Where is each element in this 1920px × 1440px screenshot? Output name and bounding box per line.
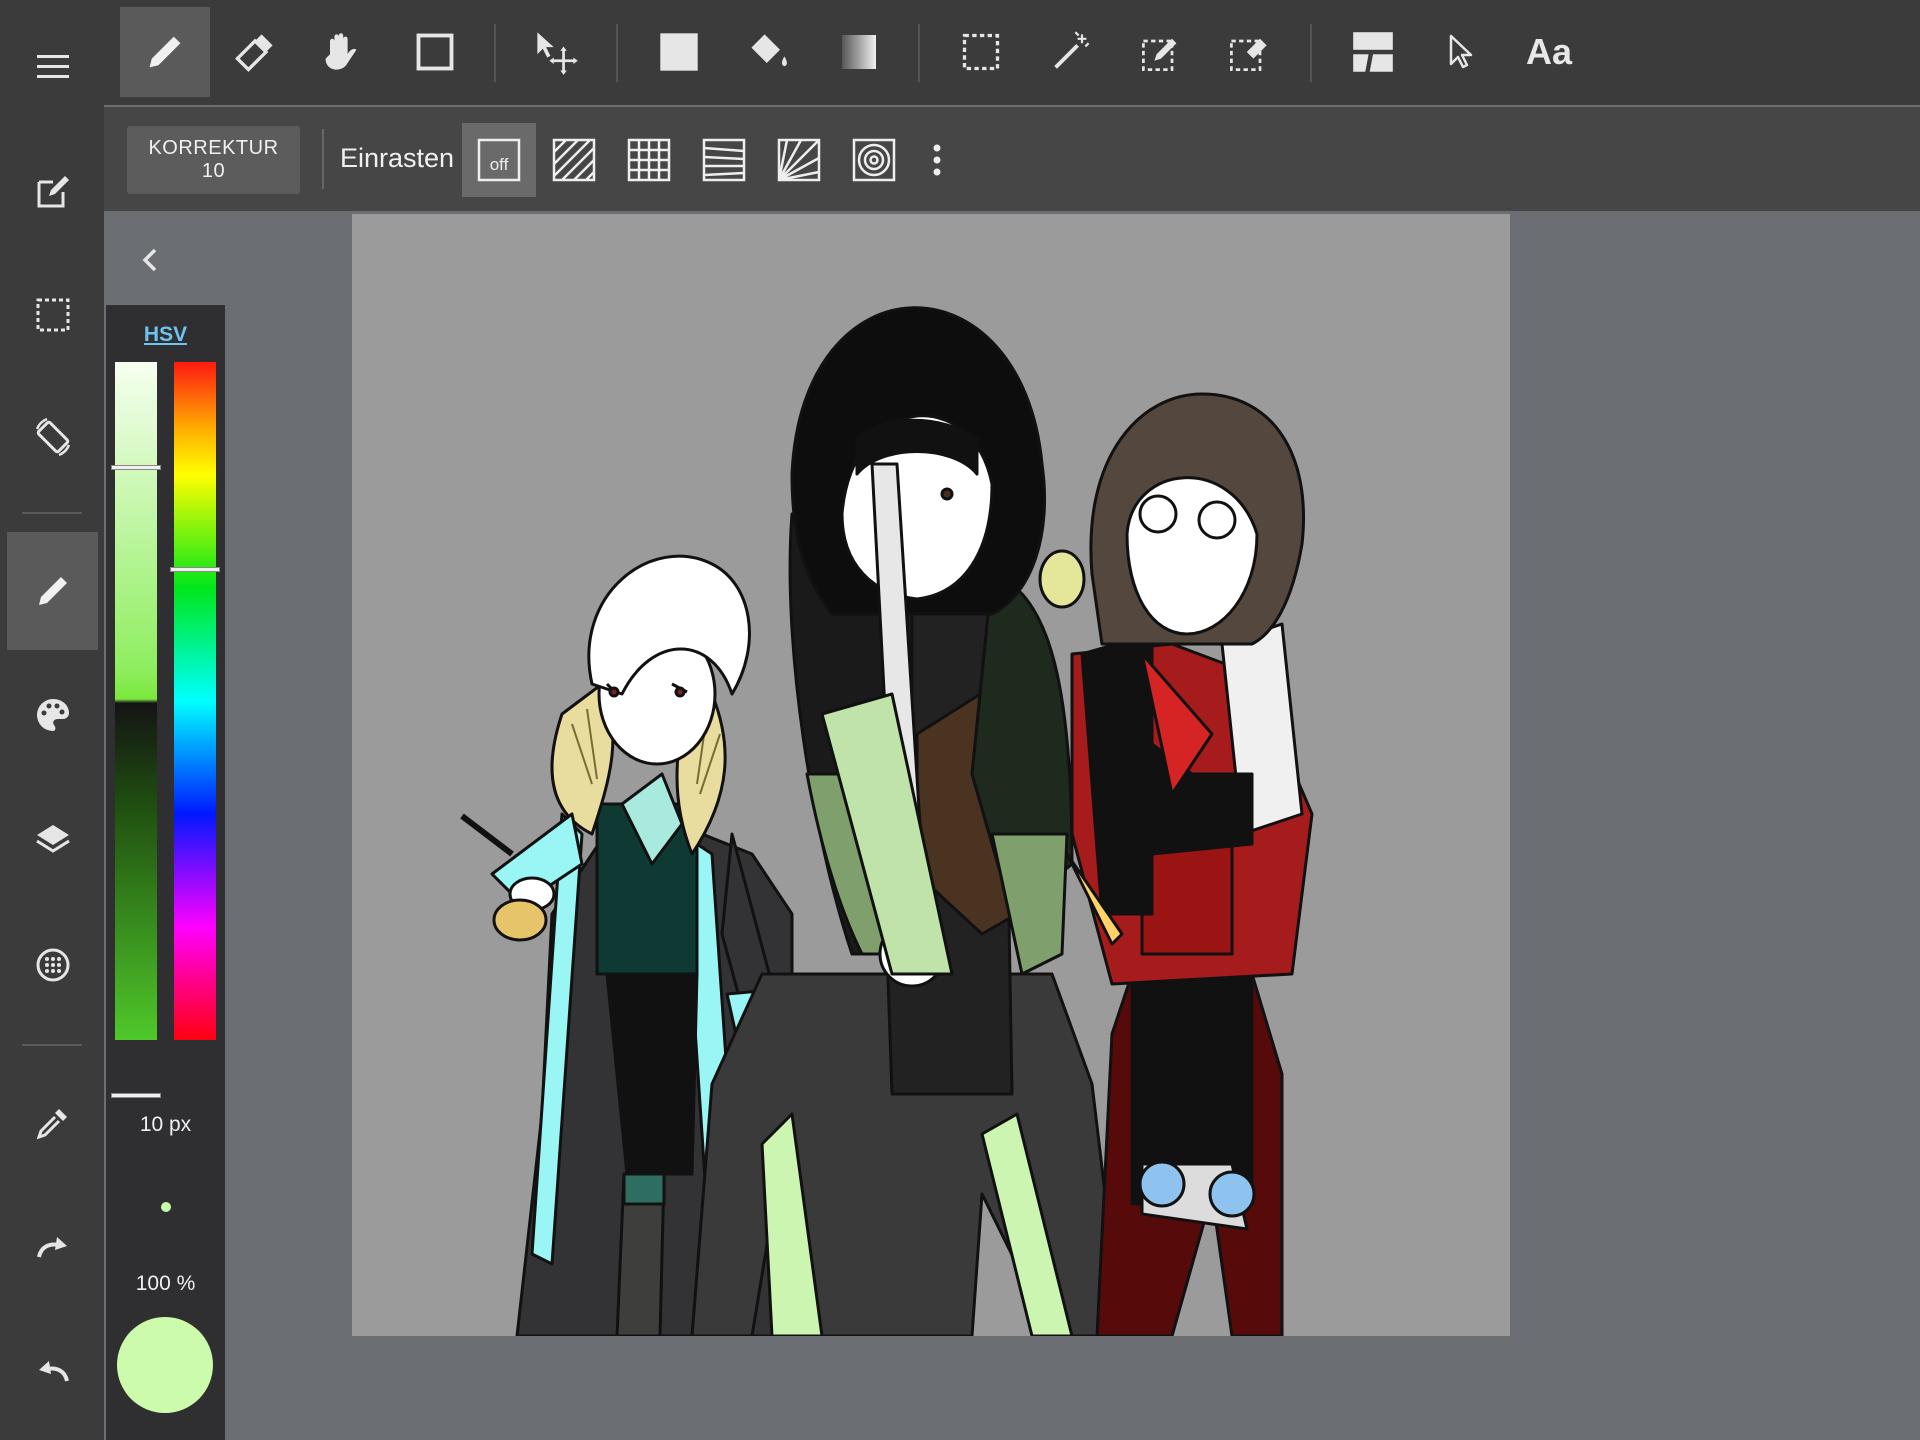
material-icon — [36, 948, 69, 982]
pen-tool[interactable] — [120, 7, 210, 97]
layers-button[interactable] — [7, 780, 98, 898]
rotate-button[interactable] — [7, 378, 98, 496]
bucket-icon — [751, 34, 787, 67]
more-options-button[interactable] — [912, 123, 962, 197]
hue-slider[interactable] — [174, 362, 216, 1040]
pointer-icon — [1449, 34, 1473, 69]
hand-icon — [325, 33, 357, 70]
eyedropper-icon — [36, 1109, 67, 1140]
snap-circle-button[interactable] — [837, 123, 911, 197]
collapse-panel-button[interactable] — [125, 235, 175, 285]
redo-button[interactable] — [7, 1188, 98, 1306]
edit-canvas-button[interactable] — [7, 133, 98, 251]
select-eraser-icon — [1230, 38, 1267, 71]
snap-perspective-icon — [702, 138, 746, 182]
select-eraser-tool[interactable] — [1204, 7, 1294, 97]
palette-icon — [36, 699, 69, 731]
material-button[interactable] — [7, 906, 98, 1024]
brush-size-preview — [161, 1202, 171, 1212]
correction-button[interactable]: KORREKTUR 10 — [127, 126, 300, 194]
bucket-tool[interactable] — [724, 7, 814, 97]
snap-label: Einrasten — [340, 143, 455, 173]
correction-value: 10 — [201, 160, 226, 182]
rectangle-tool[interactable] — [390, 7, 480, 97]
pen-icon — [149, 36, 181, 68]
menu-icon — [36, 55, 69, 78]
edit-canvas-icon — [37, 176, 69, 208]
gradient-icon — [842, 35, 876, 69]
move-tool[interactable] — [512, 7, 602, 97]
select-rect-tool[interactable] — [936, 7, 1026, 97]
current-color-swatch[interactable] — [117, 1317, 213, 1413]
snap-radial-icon — [777, 138, 821, 182]
select-rect-icon — [962, 33, 1000, 71]
gradient-tool[interactable] — [814, 7, 904, 97]
hand-tool[interactable] — [296, 7, 386, 97]
text-tool[interactable]: Aa — [1504, 7, 1594, 97]
menu-button[interactable] — [7, 8, 98, 126]
saturation-value-slider[interactable] — [115, 362, 157, 1040]
move-icon — [537, 32, 578, 75]
left-sidebar — [0, 0, 104, 1440]
eraser-tool[interactable] — [210, 7, 300, 97]
color-panel: HSV 10 px 100 % — [106, 305, 225, 1440]
correction-label: KORREKTUR — [148, 137, 279, 159]
chevron-left-icon — [142, 248, 157, 272]
fill-rect-tool[interactable] — [634, 7, 724, 97]
value-handle[interactable] — [111, 1093, 161, 1098]
drawing-canvas[interactable] — [352, 214, 1510, 1336]
selection-button[interactable] — [7, 256, 98, 374]
pen-button[interactable] — [7, 532, 98, 650]
layers-icon — [35, 825, 70, 853]
rotate-icon — [35, 417, 70, 457]
saturation-handle[interactable] — [111, 465, 161, 470]
pointer-tool[interactable] — [1416, 7, 1506, 97]
color-mode-toggle[interactable]: HSV — [106, 323, 225, 347]
select-pen-icon — [1142, 38, 1177, 71]
frame-divider-icon — [1353, 32, 1393, 72]
snap-off-label: off — [490, 155, 509, 174]
magic-wand-tool[interactable] — [1026, 7, 1116, 97]
redo-icon — [36, 1237, 67, 1258]
snap-perspective-button[interactable] — [687, 123, 761, 197]
snap-circle-icon — [852, 138, 896, 182]
snap-off-icon: off — [477, 138, 521, 182]
hue-handle[interactable] — [170, 567, 220, 572]
opacity-label[interactable]: 100 % — [106, 1272, 225, 1296]
snap-parallel-button[interactable] — [537, 123, 611, 197]
pen-icon — [38, 577, 67, 605]
more-vert-icon — [933, 144, 941, 176]
brush-options-bar: KORREKTUR 10 Einrasten off — [104, 107, 1920, 211]
rectangle-icon — [416, 33, 454, 71]
undo-icon — [38, 1361, 69, 1382]
frame-divider-tool[interactable] — [1328, 7, 1418, 97]
snap-parallel-icon — [552, 138, 596, 182]
select-pen-tool[interactable] — [1116, 7, 1206, 97]
palette-button[interactable] — [7, 656, 98, 774]
fill-rect-icon — [660, 33, 698, 71]
snap-grid-icon — [627, 138, 671, 182]
snap-radial-button[interactable] — [762, 123, 836, 197]
undo-button[interactable] — [7, 1312, 98, 1430]
snap-off-button[interactable]: off — [462, 123, 536, 197]
artwork — [460, 306, 1314, 1336]
magic-wand-icon — [1054, 31, 1090, 69]
eraser-icon — [235, 34, 273, 72]
brush-size-label[interactable]: 10 px — [106, 1113, 225, 1137]
top-toolbar: Aa — [104, 0, 1920, 105]
eyedropper-button[interactable] — [7, 1064, 98, 1182]
snap-grid-button[interactable] — [612, 123, 686, 197]
selection-icon — [36, 298, 69, 332]
